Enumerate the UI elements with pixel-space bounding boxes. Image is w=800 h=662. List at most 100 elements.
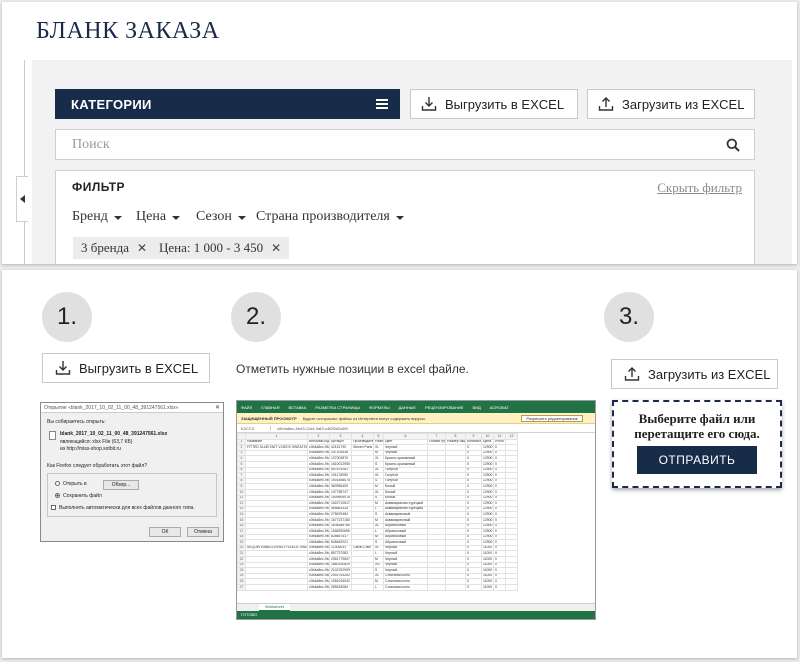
menu-icon (376, 99, 388, 109)
dialog-title: Открытие «blank_2017_10_02_11_00_48_3912… (41, 403, 223, 413)
dialog-filetype: являющийся: xlsx File (63,7 КБ) (60, 439, 133, 445)
caret-down-icon (395, 216, 404, 220)
step2-instruction: Отметить нужные позиции в excel файле. (236, 362, 469, 376)
cancel-button: Отмена (187, 527, 219, 537)
table-cell: L (373, 584, 384, 591)
search-input[interactable] (56, 130, 696, 159)
search-icon[interactable] (726, 138, 740, 152)
season-dropdown-label: Сезон (196, 209, 232, 224)
upload-excel-button[interactable]: Загрузить из EXCEL (587, 89, 755, 119)
step-number-2: 2. (231, 292, 281, 342)
table-cell (351, 584, 374, 591)
save-file-label: Сохранить файл (63, 493, 102, 499)
hide-filter-link[interactable]: Скрыть фильтр (657, 180, 742, 196)
excel-screenshot: ФАЙЛ ГЛАВНАЯ ВСТАВКА РАЗМЕТКА СТРАНИЦЫ Ф… (236, 400, 596, 620)
protected-view-bar: ЗАЩИЩЕННЫЙ ПРОСМОТР Будьте осторожны: фа… (237, 413, 595, 424)
table-cell: Слоновая кость (383, 584, 428, 591)
table-cell (427, 584, 446, 591)
auto-option: Выполнять автоматически для всех файлов … (51, 505, 195, 511)
filter-title: ФИЛЬТР (72, 180, 126, 194)
download-icon (421, 97, 437, 111)
open-with-label: Открыть в (63, 481, 87, 487)
table-cell: c0b4a8ec-9b43 (307, 584, 330, 591)
table-cell (245, 584, 308, 591)
download-icon (55, 361, 71, 375)
file-icon (49, 431, 56, 440)
search-bar (55, 129, 755, 160)
dialog-source: из http://miss-shop.sotbit.ru (60, 446, 121, 452)
dropzone-line-1: Выберите файл или (638, 411, 756, 426)
table-cell: 11000 (481, 584, 494, 591)
filter-panel: ФИЛЬТР Скрыть фильтр Бренд Цена Сезон Ст… (55, 170, 755, 264)
country-dropdown-label: Страна производителя (256, 209, 390, 224)
price-dropdown-label: Цена (136, 209, 167, 224)
dropzone-text: Выберите файл или перетащите его сюда. (614, 411, 780, 441)
step1-button-label: Выгрузить в EXCEL (79, 360, 199, 376)
filter-chip-brands: 3 бренда ✕ (73, 237, 156, 259)
name-box: K2CC3 (241, 425, 271, 431)
download-excel-label: Выгрузить в EXCEL (445, 96, 565, 112)
price-dropdown[interactable]: Цена (136, 209, 181, 225)
checkbox-icon (51, 505, 56, 511)
caret-down-icon (172, 216, 181, 220)
radio-checked-icon (55, 493, 60, 499)
download-excel-button[interactable]: Выгрузить в EXCEL (410, 89, 578, 119)
formula-bar: K2CC3 c0b4a8ec-9b43-11e4-9af3-c4f0f0d2c8… (237, 424, 595, 433)
table-cell: 0 (493, 584, 506, 591)
caret-down-icon (113, 216, 122, 220)
brand-dropdown-label: Бренд (72, 209, 108, 224)
excel-tab: РАЗМЕТКА СТРАНИЦЫ (315, 404, 360, 410)
table-cell (445, 584, 466, 591)
order-form-panel: БЛАНК ЗАКАЗА КАТЕГОРИИ Выгрузить в EXCEL… (2, 2, 797, 264)
excel-tab: ВИД (472, 404, 481, 410)
table-row: 27 c0b4a8ec-9b43289433084 LСлоновая кость 0… (237, 584, 518, 591)
upload-excel-label: Загрузить из EXCEL (622, 96, 745, 112)
firefox-download-dialog: Открытие «blank_2017_10_02_11_00_48_3912… (40, 402, 224, 542)
step-number-1: 1. (42, 292, 92, 342)
file-dropzone[interactable]: Выберите файл или перетащите его сюда. О… (612, 400, 782, 488)
caret-down-icon (237, 216, 246, 220)
step3-button-label: Загрузить из EXCEL (648, 366, 771, 382)
close-icon[interactable]: ✕ (271, 241, 281, 255)
dialog-line: Вы собираетесь открыть: (47, 419, 106, 425)
ok-button: ОК (149, 527, 181, 537)
excel-tab: РЕЦЕНЗИРОВАНИЕ (425, 404, 464, 410)
filter-chip-label: Цена: 1 000 - 3 450 (159, 240, 264, 255)
close-icon[interactable]: ✕ (137, 241, 147, 255)
filter-chip-label: 3 бренда (81, 240, 129, 255)
table-cell (505, 584, 518, 591)
auto-label: Выполнять автоматически для всех файлов … (59, 505, 195, 511)
excel-ribbon: ФАЙЛ ГЛАВНАЯ ВСТАВКА РАЗМЕТКА СТРАНИЦЫ Ф… (237, 401, 595, 413)
excel-tab: ВСТАВКА (288, 404, 307, 410)
sheet-tabs-bar: Worksheet (237, 603, 595, 612)
categories-label: КАТЕГОРИИ (71, 96, 152, 112)
sidebar-collapse-button[interactable] (16, 176, 28, 222)
open-with-option: Открыть в (55, 481, 87, 487)
formula-value: c0b4a8ec-9b43-11e4-9af3-c4f0f0d2c8f0 (277, 425, 348, 431)
excel-tab: ГЛАВНАЯ (261, 404, 280, 410)
table-cell: 289433084 (329, 584, 352, 591)
protected-view-title: ЗАЩИЩЕННЫЙ ПРОСМОТР (241, 415, 297, 421)
close-icon: ✕ (214, 405, 220, 411)
dialog-filename: blank_2017_10_02_11_00_48_391247561.xlsx (60, 431, 168, 437)
season-dropdown[interactable]: Сезон (196, 209, 246, 225)
brand-dropdown[interactable]: Бренд (72, 209, 122, 225)
save-file-option: Сохранить файл (55, 493, 102, 499)
excel-tab: ДАННЫЕ (398, 404, 417, 410)
country-dropdown[interactable]: Страна производителя (256, 209, 404, 225)
enable-editing-button: Разрешить редактирование (521, 415, 583, 422)
protected-view-text: Будьте осторожны: файлы из Интернета мог… (302, 415, 426, 421)
step-number-3: 3. (604, 292, 654, 342)
excel-status-bar: ГОТОВО (237, 611, 595, 619)
row-number: 27 (237, 584, 246, 591)
instructions-panel: 1. 2. 3. Выгрузить в EXCEL Отметить нужн… (2, 270, 797, 658)
categories-button[interactable]: КАТЕГОРИИ (55, 89, 400, 119)
step3-upload-excel-button[interactable]: Загрузить из EXCEL (611, 359, 778, 389)
page-title: БЛАНК ЗАКАЗА (36, 18, 220, 44)
excel-tab: ФОРМУЛЫ (368, 404, 390, 410)
radio-icon (55, 481, 60, 487)
step1-download-excel-button[interactable]: Выгрузить в EXCEL (42, 353, 210, 383)
chevron-left-icon (20, 195, 25, 203)
upload-icon (624, 367, 640, 381)
submit-button[interactable]: ОТПРАВИТЬ (637, 446, 757, 474)
